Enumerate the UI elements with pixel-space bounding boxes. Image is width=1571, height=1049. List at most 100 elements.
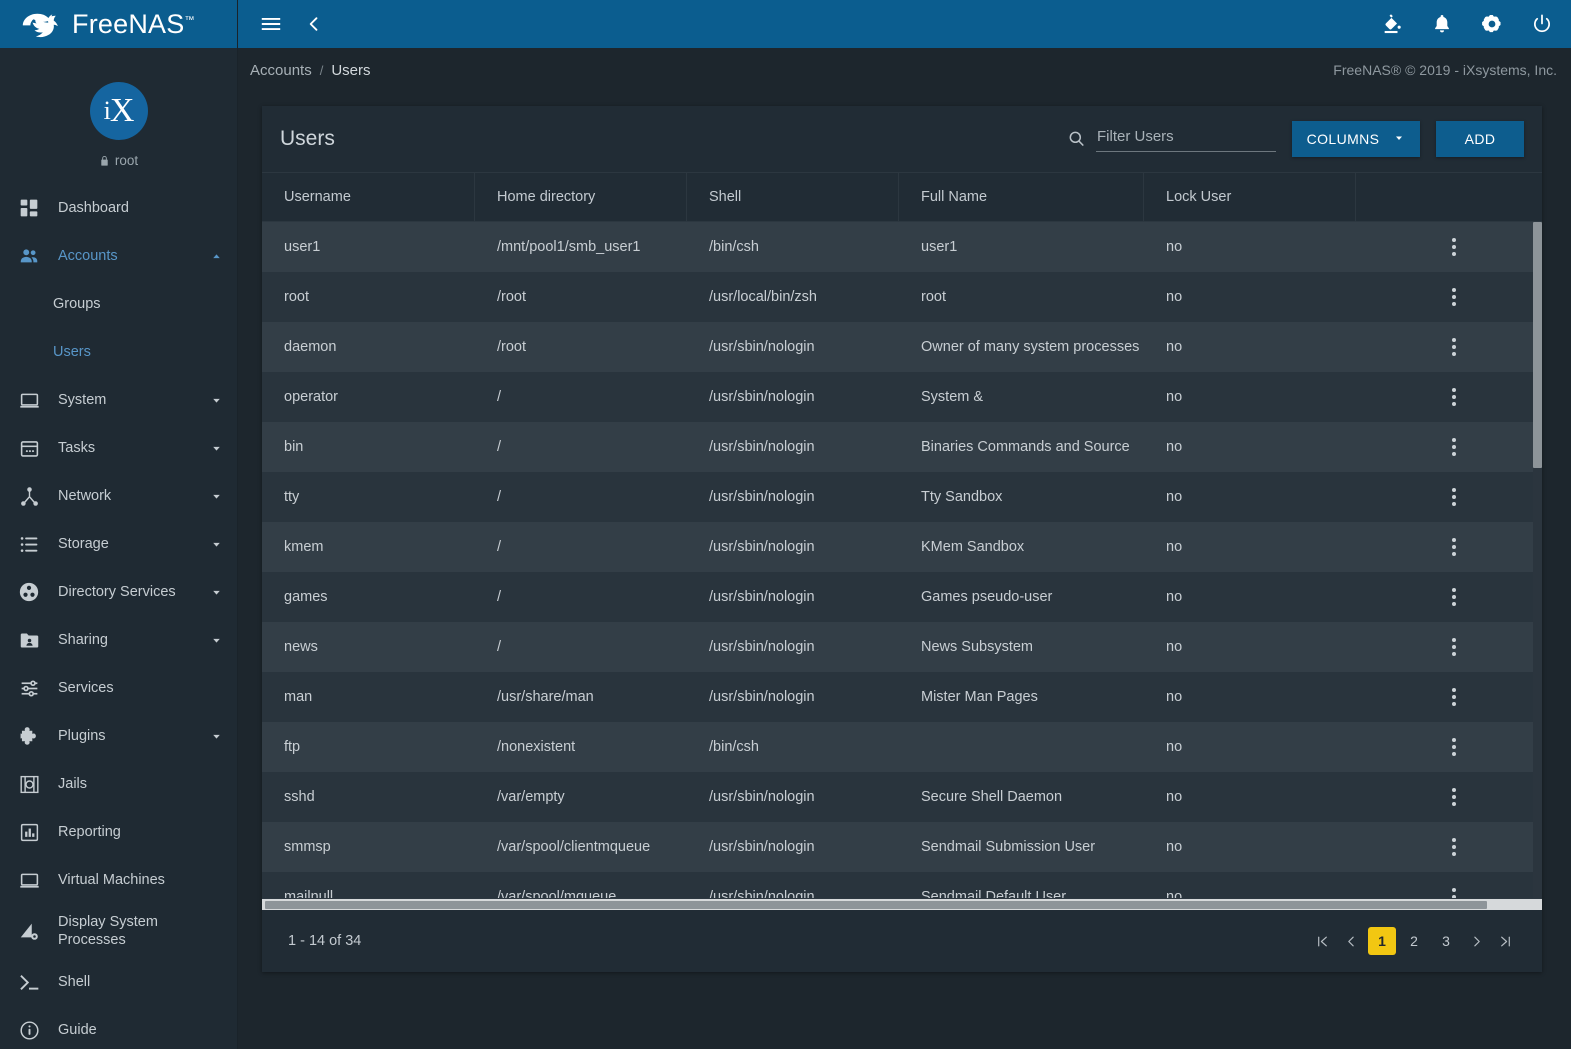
row-menu-icon[interactable]: [1448, 584, 1460, 610]
column-header-lock-user[interactable]: Lock User: [1144, 173, 1356, 221]
chevron-down-icon: [209, 394, 223, 407]
column-header-username[interactable]: Username: [262, 173, 475, 221]
columns-button[interactable]: COLUMNS: [1292, 121, 1420, 157]
sidebar-item-network[interactable]: Network: [0, 472, 237, 520]
columns-button-label: COLUMNS: [1306, 131, 1380, 147]
first-page-icon[interactable]: [1310, 928, 1335, 954]
notifications-bell-icon[interactable]: [1431, 13, 1453, 35]
sidebar-item-system[interactable]: System: [0, 376, 237, 424]
table-row[interactable]: sshd/var/empty/usr/sbin/nologin Secure Sh…: [262, 772, 1542, 822]
sidebar-item-display-system-processes[interactable]: Display System Processes: [0, 904, 237, 958]
table-row[interactable]: operator / /usr/sbin/nologin System & no: [262, 372, 1542, 422]
sidebar-item-plugins[interactable]: Plugins: [0, 712, 237, 760]
page-button-2[interactable]: 2: [1400, 928, 1428, 954]
sidebar-item-groups[interactable]: Groups: [0, 280, 237, 328]
row-menu-icon[interactable]: [1448, 284, 1460, 310]
table-row[interactable]: tty / /usr/sbin/nologin Tty Sandbox no: [262, 472, 1542, 522]
add-button[interactable]: ADD: [1436, 121, 1524, 157]
table-row[interactable]: root/root/usr/local/bin/zsh root no: [262, 272, 1542, 322]
next-page-icon[interactable]: [1464, 928, 1489, 954]
sidebar-item-label: Plugins: [58, 727, 106, 744]
row-menu-icon[interactable]: [1448, 734, 1460, 760]
sidebar-item-virtual-machines[interactable]: Virtual Machines: [0, 856, 237, 904]
settings-gear-icon[interactable]: [1481, 13, 1503, 35]
sidebar-item-label: System: [58, 391, 107, 408]
table-row[interactable]: news / /usr/sbin/nologin News Subsystem no: [262, 622, 1542, 672]
cell-actions: [1356, 872, 1542, 898]
horizontal-scrollbar[interactable]: [262, 898, 1542, 910]
theme-icon[interactable]: [1381, 13, 1403, 35]
table-row[interactable]: daemon/root/usr/sbin/nologin Owner of man…: [262, 322, 1542, 372]
cell-username: games: [284, 589, 328, 605]
sidebar-item-services[interactable]: Services: [0, 664, 237, 712]
table-row[interactable]: bin / /usr/sbin/nologin Binaries Commands a…: [262, 422, 1542, 472]
row-menu-icon[interactable]: [1448, 484, 1460, 510]
search-input[interactable]: [1096, 124, 1276, 152]
sidebar-item-tasks[interactable]: Tasks: [0, 424, 237, 472]
cell-home-directory: /var/spool/mqueue: [497, 889, 617, 898]
cell-username: news: [284, 639, 318, 655]
cell-username: user1: [284, 239, 321, 255]
sharing-icon: [15, 630, 43, 651]
cell-shell: /usr/sbin/nologin: [709, 839, 815, 855]
table-row[interactable]: smmsp/var/spool/clientmqueue/usr/sbin/no…: [262, 822, 1542, 872]
table-body-scroll[interactable]: user1/mnt/pool1/smb_user1/bin/csh user1 no…: [262, 222, 1542, 898]
row-menu-icon[interactable]: [1448, 234, 1460, 260]
hamburger-menu-icon[interactable]: [260, 13, 282, 35]
column-header-shell[interactable]: Shell: [687, 173, 899, 221]
column-header-full-name[interactable]: Full Name: [899, 173, 1144, 221]
sidebar-item-storage[interactable]: Storage: [0, 520, 237, 568]
last-page-icon[interactable]: [1493, 928, 1518, 954]
sidebar-subitem-label: Groups: [53, 296, 101, 312]
cell-full-name: Mister Man Pages: [921, 689, 1038, 705]
column-header-home-directory[interactable]: Home directory: [475, 173, 687, 221]
row-menu-icon[interactable]: [1448, 784, 1460, 810]
row-menu-icon[interactable]: [1448, 534, 1460, 560]
table-row[interactable]: kmem / /usr/sbin/nologin KMem Sandbox no: [262, 522, 1542, 572]
vertical-scrollbar[interactable]: [1533, 222, 1542, 898]
table-row[interactable]: man/usr/share/man/usr/sbin/nologin Mister…: [262, 672, 1542, 722]
virtual-machines-icon: [15, 870, 43, 891]
chevron-left-icon[interactable]: [304, 14, 324, 34]
cell-lock-user: no: [1166, 339, 1183, 355]
cell-full-name: Games pseudo-user: [921, 589, 1053, 605]
sidebar-item-guide[interactable]: Guide: [0, 1006, 237, 1049]
sidebar-item-sharing[interactable]: Sharing: [0, 616, 237, 664]
page-button-1[interactable]: 1: [1368, 927, 1396, 955]
cell-actions: [1356, 222, 1542, 272]
row-menu-icon[interactable]: [1448, 434, 1460, 460]
row-menu-icon[interactable]: [1448, 834, 1460, 860]
sidebar-item-directory-services[interactable]: Directory Services: [0, 568, 237, 616]
cell-actions: [1356, 522, 1542, 572]
previous-page-icon[interactable]: [1339, 928, 1364, 954]
row-menu-icon[interactable]: [1448, 634, 1460, 660]
system-icon: [15, 390, 43, 411]
sidebar-item-accounts[interactable]: Accounts: [0, 232, 237, 280]
table-row[interactable]: user1/mnt/pool1/smb_user1/bin/csh user1 no: [262, 222, 1542, 272]
horizontal-scrollbar-thumb[interactable]: [265, 901, 1487, 909]
cell-shell: /usr/sbin/nologin: [709, 439, 815, 455]
row-menu-icon[interactable]: [1448, 384, 1460, 410]
cell-home-directory: /var/spool/clientmqueue: [497, 839, 651, 855]
cell-full-name: Tty Sandbox: [921, 489, 1003, 505]
sidebar-item-jails[interactable]: Jails: [0, 760, 237, 808]
sidebar-item-shell[interactable]: Shell: [0, 958, 237, 1006]
table-row[interactable]: ftp/nonexistent/bin/csh no: [262, 722, 1542, 772]
row-menu-icon[interactable]: [1448, 884, 1460, 898]
breadcrumb-parent[interactable]: Accounts: [250, 62, 312, 79]
row-menu-icon[interactable]: [1448, 334, 1460, 360]
sidebar-item-dashboard[interactable]: Dashboard: [0, 184, 237, 232]
table-row[interactable]: mailnull/var/spool/mqueue/usr/sbin/nolog…: [262, 872, 1542, 898]
vertical-scrollbar-thumb[interactable]: [1533, 222, 1542, 468]
sidebar-item-users[interactable]: Users: [0, 328, 237, 376]
power-icon[interactable]: [1531, 13, 1553, 35]
sidebar-item-reporting[interactable]: Reporting: [0, 808, 237, 856]
cell-actions: [1356, 322, 1542, 372]
cell-shell: /usr/sbin/nologin: [709, 389, 815, 405]
toolbar-left-group: [260, 13, 324, 35]
table-row[interactable]: games / /usr/sbin/nologin Games pseudo-user…: [262, 572, 1542, 622]
page-button-3[interactable]: 3: [1432, 928, 1460, 954]
row-menu-icon[interactable]: [1448, 684, 1460, 710]
cell-actions: [1356, 722, 1542, 772]
sidebar-item-label: Dashboard: [58, 199, 129, 216]
